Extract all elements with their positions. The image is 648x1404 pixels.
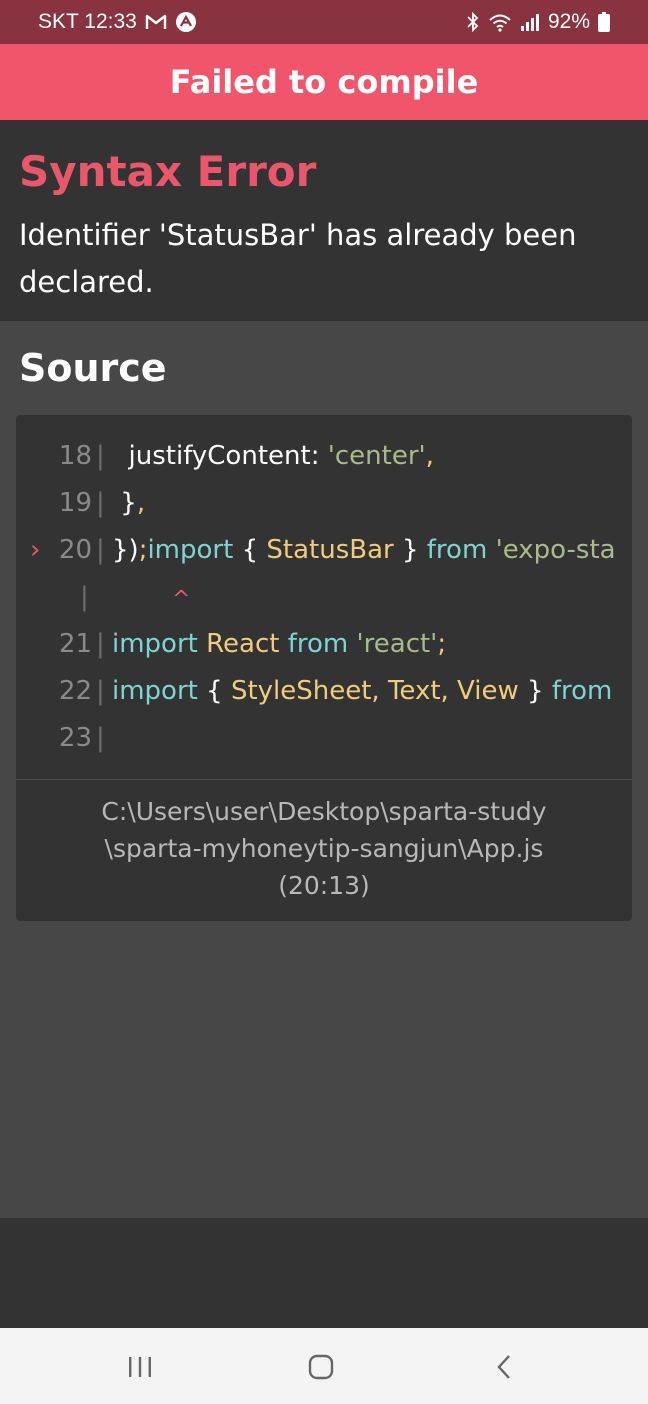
line-separator: | (96, 441, 105, 471)
code-token: ; (437, 629, 447, 659)
line-code: });import { StatusBar } from 'expo-statu… (112, 527, 616, 574)
status-bar-left: SKT 12:33 (38, 10, 197, 34)
code-line: › 20 |});import { StatusBar } from 'expo-s… (16, 527, 616, 574)
line-separator: | (96, 535, 105, 565)
caret-line: | ^ (16, 574, 616, 621)
code-token: import (112, 676, 198, 706)
code-token: import (112, 629, 198, 659)
line-separator: | (96, 488, 105, 518)
battery-icon (598, 12, 610, 32)
code-token: 'center' (327, 441, 426, 471)
code-token: } (112, 488, 137, 518)
line-code: import React from 'react'; (112, 621, 446, 668)
code-token: : (310, 441, 328, 471)
file-path-line-1: C:\Users\user\Desktop\sparta-study (101, 797, 547, 826)
app-icon (175, 11, 197, 33)
bluetooth-icon (466, 12, 480, 32)
error-panel: Syntax Error Identifier 'StatusBar' has … (0, 120, 648, 321)
back-icon[interactable] (484, 1352, 524, 1382)
line-code: }, (112, 480, 145, 527)
code-token: { (233, 535, 267, 565)
code-token: { (197, 676, 231, 706)
divider (16, 779, 632, 780)
code-frame: 18 | justifyContent: 'center', 19 | }, › 20 |}… (16, 433, 632, 762)
error-caret: ^ (172, 587, 191, 612)
file-path[interactable]: C:\Users\user\Desktop\sparta-study \spar… (16, 793, 632, 904)
code-token: } (393, 535, 427, 565)
code-token: } (518, 676, 552, 706)
source-heading: Source (19, 346, 167, 390)
line-code: import { StyleSheet, Text, View } from '… (112, 668, 616, 715)
code-line: 18 | justifyContent: 'center', (16, 433, 616, 480)
code-token: React (197, 629, 288, 659)
line-number: 23 (58, 723, 92, 753)
code-line: 19 | }, (16, 480, 616, 527)
code-token: }) (112, 535, 139, 565)
code-token: StyleSheet, Text, View (230, 676, 519, 706)
code-token: justifyContent (112, 441, 311, 471)
battery-percent: 92% (547, 10, 590, 33)
status-bar-right: 92% (466, 10, 610, 34)
code-token: import (147, 535, 234, 565)
code-token: 'expo-status (495, 535, 616, 565)
status-bar: SKT 12:33 92% (0, 0, 648, 44)
header-title: Failed to compile (169, 63, 479, 101)
code-token: from (426, 535, 488, 565)
error-message: Identifier 'StatusBar' has already been … (19, 218, 577, 299)
error-title: Syntax Error (19, 147, 317, 196)
code-token: from (551, 676, 613, 706)
line-number: 22 (58, 676, 92, 706)
code-token: , (425, 441, 434, 471)
line-separator: | (96, 629, 105, 659)
code-token: StatusBar (266, 535, 394, 565)
line-number: 19 (58, 488, 92, 518)
home-icon[interactable] (301, 1352, 341, 1382)
line-separator: | (96, 676, 105, 706)
wifi-icon (488, 12, 512, 32)
code-token: from (287, 629, 349, 659)
compile-error-header: Failed to compile (0, 44, 648, 120)
carrier-time: SKT 12:33 (38, 10, 137, 33)
line-separator: | (80, 582, 89, 612)
code-token: , (136, 488, 146, 518)
gmail-icon (145, 13, 167, 31)
bottom-area (0, 1218, 648, 1328)
navigation-bar (0, 1328, 648, 1404)
line-number: 18 (58, 441, 92, 471)
recents-icon[interactable] (120, 1352, 160, 1382)
signal-icon (520, 13, 540, 31)
source-card: 18 | justifyContent: 'center', 19 | }, › 20 |}… (16, 415, 632, 921)
code-line: 21 | import React from 'react'; (16, 621, 616, 668)
line-separator: | (96, 723, 105, 753)
line-number: 21 (58, 629, 92, 659)
file-position: (20:13) (278, 871, 370, 900)
line-code: justifyContent: 'center', (112, 433, 434, 480)
code-line: 23 | (16, 715, 616, 762)
file-path-line-2: \sparta-myhoneytip-sangjun\App.js (104, 834, 544, 863)
code-line: 22 | import { StyleSheet, Text, View } fro… (16, 668, 616, 715)
code-token: 'react' (356, 629, 438, 659)
line-number: 20 (58, 535, 92, 565)
